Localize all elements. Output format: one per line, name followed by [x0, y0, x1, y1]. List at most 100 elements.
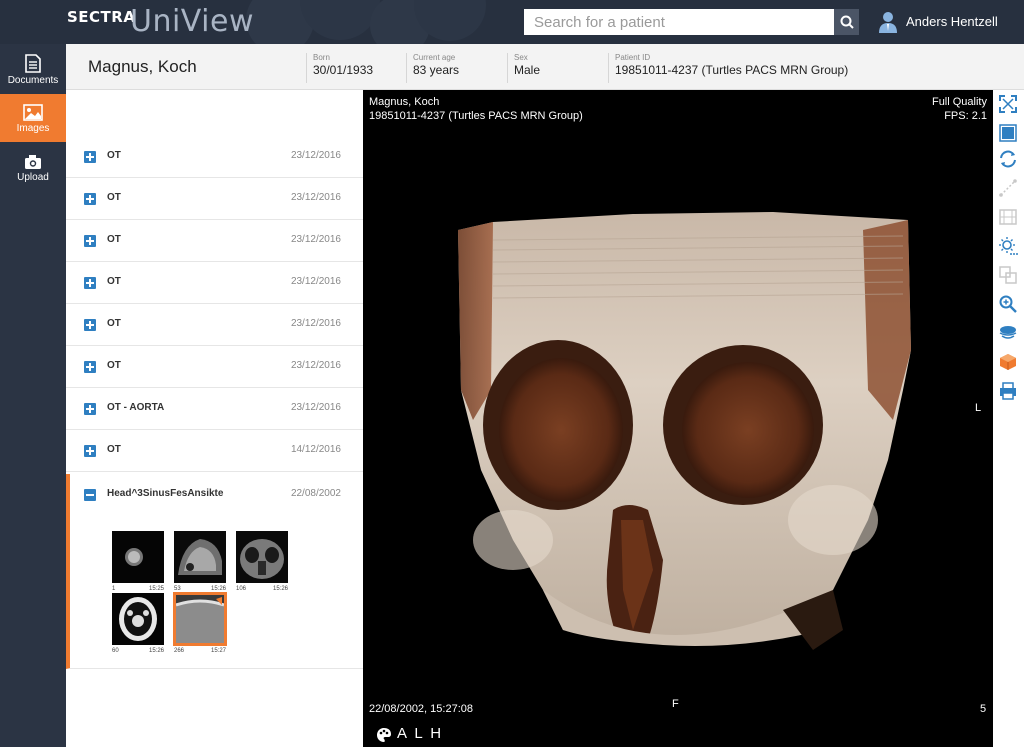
thumbnail-number: 106 — [236, 586, 247, 592]
thumbnail[interactable] — [112, 531, 164, 583]
thumbnail-time: 15:25 — [149, 586, 165, 592]
series-name: OT — [107, 360, 121, 371]
series-date: 23/12/2016 — [290, 234, 341, 245]
thumbnail[interactable] — [174, 531, 226, 583]
born-field: Born 30/01/1933 — [306, 53, 373, 83]
thumbnail-time: 15:26 — [149, 648, 165, 654]
series-date: 23/12/2016 — [290, 402, 341, 413]
thumbnail-image — [236, 531, 288, 583]
series-name: OT — [107, 192, 121, 203]
film-icon[interactable] — [998, 207, 1018, 227]
series-row-open[interactable]: Head^3SinusFesAnsikte 22/08/2002 1 15:25… — [66, 474, 363, 669]
thumbnail-time: 15:26 — [273, 586, 289, 592]
user-icon[interactable] — [878, 11, 898, 33]
collapse-icon[interactable] — [84, 489, 96, 501]
search-icon — [840, 15, 854, 29]
expand-icon[interactable] — [84, 403, 96, 415]
camera-icon — [25, 155, 41, 169]
born-value: 30/01/1933 — [313, 63, 374, 77]
orientation-bottom: F — [672, 698, 679, 710]
expand-icon[interactable] — [84, 235, 96, 247]
expand-icon[interactable] — [84, 193, 96, 205]
document-icon — [25, 54, 41, 73]
search-button[interactable] — [834, 9, 859, 35]
expand-icon[interactable] — [84, 277, 96, 289]
thumbnail[interactable] — [236, 531, 288, 583]
thumbnail-image — [112, 531, 164, 583]
series-row[interactable]: OT - AORTA 23/12/2016 — [66, 388, 363, 430]
overlay-patient-name: Magnus, Koch — [369, 96, 440, 108]
series-date: 23/12/2016 — [290, 276, 341, 287]
nav-images-label: Images — [16, 123, 50, 134]
image-icon — [23, 104, 43, 121]
thumbnail-time: 15:27 — [211, 648, 227, 654]
nav-images[interactable]: Images — [0, 94, 66, 142]
series-date: 23/12/2016 — [290, 192, 341, 203]
windowing-icon[interactable] — [998, 323, 1018, 343]
thumbnail-image — [174, 531, 226, 583]
series-row[interactable]: OT 23/12/2016 — [66, 346, 363, 388]
series-date: 23/12/2016 — [290, 360, 341, 371]
series-row[interactable]: OT 23/12/2016 — [66, 178, 363, 220]
thumbnail-image — [112, 593, 164, 645]
series-row[interactable]: OT 14/12/2016 — [66, 430, 363, 472]
thumbnail[interactable] — [112, 593, 164, 645]
compare-icon[interactable] — [998, 265, 1018, 285]
patient-id-label: Patient ID — [615, 53, 651, 62]
expand-icon[interactable] — [84, 445, 96, 457]
age-label: Current age — [413, 53, 456, 62]
thumbnail-number: 60 — [112, 648, 119, 654]
zoom-icon[interactable] — [998, 294, 1018, 314]
nav-upload[interactable]: Upload — [0, 144, 66, 192]
palette-icon[interactable] — [376, 727, 392, 743]
patient-name: Magnus, Koch — [88, 57, 197, 76]
nav-documents[interactable]: Documents — [0, 44, 66, 92]
series-date: 23/12/2016 — [290, 150, 341, 161]
series-date: 23/12/2016 — [290, 318, 341, 329]
series-list: OT 23/12/2016 OT 23/12/2016 OT 23/12/201… — [66, 90, 363, 747]
series-row[interactable]: OT 23/12/2016 — [66, 220, 363, 262]
patient-id-value: 19851011-4237 (Turtles PACS MRN Group) — [615, 63, 849, 77]
series-row[interactable]: OT 23/12/2016 — [66, 304, 363, 346]
series-row[interactable]: OT 23/12/2016 — [66, 262, 363, 304]
skull-3d-render — [458, 212, 911, 650]
expand-icon[interactable] — [84, 151, 96, 163]
sex-label: Sex — [514, 53, 528, 62]
rotate-icon[interactable] — [998, 149, 1018, 169]
born-label: Born — [313, 53, 330, 62]
patient-id-field: Patient ID 19851011-4237 (Turtles PACS M… — [608, 53, 848, 83]
user-name[interactable]: Anders Hentzell — [906, 14, 998, 29]
series-name: OT — [107, 318, 121, 329]
nav-documents-label: Documents — [7, 75, 59, 86]
brightness-icon[interactable] — [998, 236, 1018, 256]
print-icon[interactable] — [998, 381, 1018, 401]
nav-upload-label: Upload — [17, 172, 49, 183]
sex-value: Male — [514, 63, 541, 77]
patient-search-input[interactable] — [524, 9, 834, 35]
series-name: OT - AORTA — [107, 402, 165, 413]
thumbnail-number: 1 — [112, 586, 116, 592]
series-name: OT — [107, 234, 121, 245]
3d-cube-icon[interactable] — [998, 352, 1018, 372]
left-nav: Documents Images Upload — [0, 44, 66, 747]
expand-icon[interactable] — [84, 319, 96, 331]
thumbnail-number: 266 — [174, 648, 185, 654]
thumbnail-selected[interactable] — [173, 592, 227, 646]
uniview-logo: UniView — [130, 4, 254, 39]
top-bar: SECTRA UniView Anders Hentzell — [0, 0, 1024, 44]
measure-icon[interactable] — [998, 178, 1018, 198]
image-viewer[interactable]: Magnus, Koch 19851011-4237 (Turtles PACS… — [363, 90, 993, 747]
sectra-logo: SECTRA — [67, 8, 136, 26]
overlay-fps: FPS: 2.1 — [944, 110, 987, 122]
thumbnail-image — [176, 595, 224, 643]
expand-icon[interactable] — [84, 361, 96, 373]
patient-header: Magnus, Koch Born 30/01/1933 Current age… — [66, 44, 1024, 90]
series-date: 14/12/2016 — [290, 444, 341, 455]
fit-screen-icon[interactable] — [998, 94, 1018, 114]
age-field: Current age 83 years — [406, 53, 459, 83]
series-row[interactable]: OT 23/12/2016 — [66, 136, 363, 178]
thumbnail-number: 53 — [174, 586, 181, 592]
layout-icon[interactable] — [998, 123, 1018, 143]
series-name: OT — [107, 444, 121, 455]
series-name: OT — [107, 150, 121, 161]
